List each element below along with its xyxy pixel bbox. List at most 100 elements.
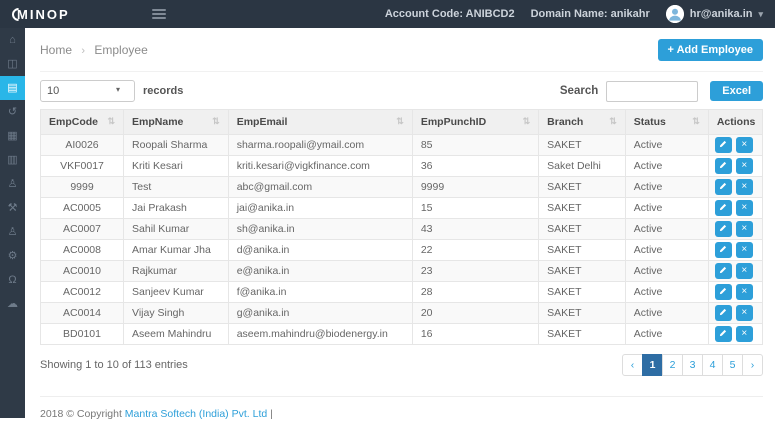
pagination-page-1[interactable]: 1 (642, 354, 663, 376)
delete-button[interactable]: × (736, 137, 753, 153)
hamburger-menu-icon[interactable] (148, 5, 170, 23)
emppunchid-cell: 15 (412, 198, 538, 219)
edit-button[interactable] (715, 200, 732, 216)
account-code: Account Code: ANIBCD2 (385, 8, 515, 20)
search-input[interactable] (606, 81, 698, 102)
edit-pencil-icon (719, 224, 727, 232)
edit-button[interactable] (715, 137, 732, 153)
edit-button[interactable] (715, 284, 732, 300)
status-cell: Active (625, 135, 708, 156)
delete-x-icon: × (741, 328, 747, 339)
pagination-page-3[interactable]: 3 (682, 354, 703, 376)
edit-button[interactable] (715, 179, 732, 195)
add-employee-button[interactable]: + Add Employee (658, 39, 763, 61)
edit-button[interactable] (715, 221, 732, 237)
minop-logo: MINOP (12, 7, 70, 22)
copyright-link[interactable]: Mantra Softech (India) Pvt. Ltd (125, 408, 267, 420)
col-header-status[interactable]: Status ⇅ (625, 110, 708, 135)
records-select[interactable]: 10 (40, 80, 135, 102)
col-header-empname[interactable]: EmpName⇅ (124, 110, 229, 135)
edit-button[interactable] (715, 158, 732, 174)
empcode-cell: AC0008 (41, 240, 124, 261)
pagination-prev[interactable]: ‹ (622, 354, 643, 376)
sort-icon[interactable]: ⇅ (396, 116, 404, 127)
sidebar-item-organization[interactable]: ◫ (0, 52, 25, 76)
edit-pencil-icon (719, 140, 727, 148)
actions-cell: × (708, 303, 762, 324)
sort-icon[interactable]: ⇅ (692, 116, 700, 127)
delete-button[interactable]: × (736, 305, 753, 321)
delete-button[interactable]: × (736, 284, 753, 300)
status-cell: Active (625, 198, 708, 219)
sidebar-item-settings[interactable]: ⚙ (0, 244, 25, 268)
breadcrumb-home-link[interactable]: Home (40, 43, 72, 57)
empname-cell: Roopali Sharma (124, 135, 229, 156)
pagination-page-2[interactable]: 2 (662, 354, 683, 376)
tools-icon: ⚒ (8, 203, 18, 214)
avatar (666, 5, 684, 23)
sidebar-item-tools[interactable]: ⚒ (0, 196, 25, 220)
user-email: hr@anika.in (690, 8, 753, 20)
empname-cell: Vijay Singh (124, 303, 229, 324)
sort-icon[interactable]: ⇅ (107, 116, 115, 127)
pagination-page-4[interactable]: 4 (702, 354, 723, 376)
employee-icon: ▤ (7, 83, 17, 94)
col-header-label: Status (634, 116, 666, 128)
col-header-empcode[interactable]: EmpCode⇅ (41, 110, 124, 135)
sidebar-item-history[interactable]: ↺ (0, 100, 25, 124)
edit-pencil-icon (719, 161, 727, 169)
delete-button[interactable]: × (736, 200, 753, 216)
excel-export-button[interactable]: Excel (710, 81, 763, 101)
col-header-branch[interactable]: Branch ⇅ (539, 110, 626, 135)
empcode-cell: VKF0017 (41, 156, 124, 177)
emppunchid-cell: 20 (412, 303, 538, 324)
sidebar-item-calendar[interactable]: ▦ (0, 124, 25, 148)
actions-cell: × (708, 219, 762, 240)
pagination-page-5[interactable]: 5 (722, 354, 743, 376)
sidebar-item-cloud[interactable]: ☁ (0, 292, 25, 316)
emppunchid-cell: 85 (412, 135, 538, 156)
table-body: AI0026Roopali Sharmasharma.roopali@ymail… (41, 135, 763, 345)
sidebar-item-notifications[interactable]: Ω (0, 268, 25, 292)
delete-x-icon: × (741, 139, 747, 150)
empcode-cell: 9999 (41, 177, 124, 198)
delete-button[interactable]: × (736, 242, 753, 258)
delete-button[interactable]: × (736, 158, 753, 174)
sort-icon[interactable]: ⇅ (609, 116, 617, 127)
sidebar-item-user[interactable]: ♙ (0, 172, 25, 196)
delete-x-icon: × (741, 202, 747, 213)
edit-button[interactable] (715, 263, 732, 279)
edit-button[interactable] (715, 242, 732, 258)
col-header-empemail[interactable]: EmpEmail⇅ (228, 110, 412, 135)
table-row: AC0005Jai Prakashjai@anika.in15SAKETActi… (41, 198, 763, 219)
delete-button[interactable]: × (736, 263, 753, 279)
table-row: AC0014Vijay Singhg@anika.in20SAKETActive… (41, 303, 763, 324)
sidebar-item-schedule[interactable]: ▥ (0, 148, 25, 172)
sidebar-item-home[interactable]: ⌂ (0, 28, 25, 52)
pagination-next[interactable]: › (742, 354, 763, 376)
delete-button[interactable]: × (736, 179, 753, 195)
copyright-suffix: | (270, 408, 273, 420)
empemail-cell: jai@anika.in (228, 198, 412, 219)
emppunchid-cell: 23 (412, 261, 538, 282)
sidebar-item-user-profile[interactable]: ♙ (0, 220, 25, 244)
sort-icon[interactable]: ⇅ (212, 116, 220, 127)
edit-pencil-icon (719, 245, 727, 253)
user-menu[interactable]: hr@anika.in ▾ (666, 5, 763, 23)
edit-pencil-icon (719, 266, 727, 274)
domain-name: Domain Name: anikahr (531, 8, 650, 20)
delete-button[interactable]: × (736, 326, 753, 342)
edit-pencil-icon (719, 203, 727, 211)
empname-cell: Kriti Kesari (124, 156, 229, 177)
col-header-label: Branch (547, 116, 583, 128)
empcode-cell: AI0026 (41, 135, 124, 156)
col-header-emppunchid[interactable]: EmpPunchID⇅ (412, 110, 538, 135)
empcode-cell: AC0005 (41, 198, 124, 219)
copyright-text: 2018 © Copyright (40, 408, 122, 420)
delete-button[interactable]: × (736, 221, 753, 237)
sidebar-item-employee[interactable]: ▤ (0, 76, 25, 100)
sort-icon[interactable]: ⇅ (523, 116, 531, 127)
actions-cell: × (708, 282, 762, 303)
edit-button[interactable] (715, 305, 732, 321)
edit-button[interactable] (715, 326, 732, 342)
